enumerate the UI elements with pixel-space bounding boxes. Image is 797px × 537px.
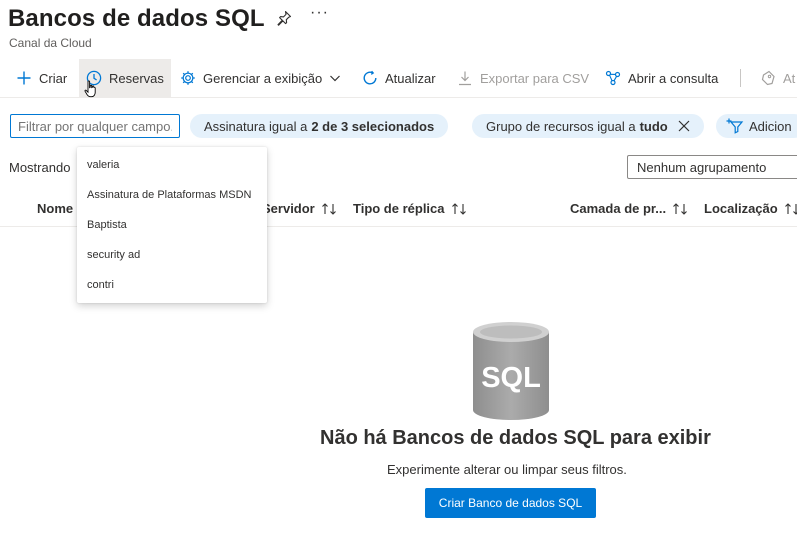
manage-view-label: Gerenciar a exibição bbox=[203, 70, 323, 86]
download-icon bbox=[457, 70, 473, 86]
resource-group-filter-pill[interactable]: Grupo de recursos igual a tudo bbox=[472, 114, 704, 138]
add-filter-icon bbox=[726, 118, 744, 134]
column-server-label: Servidor bbox=[262, 201, 315, 216]
close-icon[interactable] bbox=[678, 120, 690, 132]
command-bar: Criar Reservas Gerenciar a exibição Atua… bbox=[0, 59, 797, 97]
subscription-filter-value: 2 de 3 selecionados bbox=[311, 118, 435, 134]
chevron-down-icon bbox=[329, 70, 341, 86]
add-filter-pill[interactable]: Adicion bbox=[716, 114, 797, 138]
suggestion-item[interactable]: Baptista bbox=[87, 219, 127, 231]
gear-icon bbox=[180, 70, 196, 86]
suggestion-item[interactable]: security ad bbox=[87, 249, 140, 261]
create-sql-database-button[interactable]: Criar Banco de dados SQL bbox=[425, 488, 596, 518]
toolbar-divider-line bbox=[0, 97, 797, 98]
empty-state-subtitle: Experimente alterar ou limpar seus filtr… bbox=[387, 462, 627, 477]
filter-search-input[interactable] bbox=[10, 114, 180, 138]
column-header-location[interactable]: Localização bbox=[704, 201, 797, 216]
column-header-name[interactable]: Nome bbox=[37, 201, 73, 216]
sort-icon bbox=[784, 202, 797, 216]
refresh-button[interactable]: Atualizar bbox=[362, 59, 436, 97]
sort-icon bbox=[451, 202, 469, 216]
export-csv-label: Exportar para CSV bbox=[480, 70, 590, 86]
resource-group-filter-value: tudo bbox=[639, 118, 668, 134]
column-header-replica-type[interactable]: Tipo de réplica bbox=[353, 201, 469, 216]
truncated-toolbar-label: At bbox=[783, 70, 796, 86]
query-icon bbox=[605, 70, 621, 86]
resource-group-filter-prefix: Grupo de recursos igual a bbox=[486, 118, 636, 134]
column-header-pricing-tier[interactable]: Camada de pr... bbox=[570, 201, 690, 216]
export-csv-button[interactable]: Exportar para CSV bbox=[457, 59, 589, 97]
manage-view-button[interactable]: Gerenciar a exibição bbox=[180, 59, 341, 97]
refresh-icon bbox=[362, 70, 378, 86]
toolbar-divider bbox=[740, 69, 741, 87]
refresh-label: Atualizar bbox=[385, 70, 436, 86]
page-subtitle: Canal da Cloud bbox=[9, 36, 92, 50]
suggestion-item[interactable]: Assinatura de Plataformas MSDN bbox=[87, 189, 251, 201]
subscription-filter-pill[interactable]: Assinatura igual a 2 de 3 selecionados bbox=[190, 114, 449, 138]
empty-state-title: Não há Bancos de dados SQL para exibir bbox=[320, 427, 711, 449]
suggestion-item[interactable]: contri bbox=[87, 279, 114, 291]
sql-icon-text: SQL bbox=[481, 362, 541, 394]
subscription-filter-prefix: Assinatura igual a bbox=[204, 118, 308, 134]
add-filter-label: Adicion bbox=[749, 118, 792, 134]
open-query-label: Abrir a consulta bbox=[628, 70, 719, 86]
create-button[interactable]: Criar bbox=[16, 59, 67, 97]
page-title: Bancos de dados SQL bbox=[8, 5, 265, 32]
create-label: Criar bbox=[39, 70, 68, 86]
column-name-label: Nome bbox=[37, 201, 74, 216]
pin-icon[interactable] bbox=[276, 10, 292, 26]
hand-cursor-icon bbox=[84, 80, 96, 98]
suggestion-item[interactable]: valeria bbox=[87, 159, 119, 171]
sql-databases-page: Bancos de dados SQL ··· Canal da Cloud C… bbox=[0, 0, 797, 537]
open-query-button[interactable]: Abrir a consulta bbox=[605, 59, 718, 97]
sql-database-icon: SQL bbox=[473, 322, 549, 420]
column-replica-type-label: Tipo de réplica bbox=[353, 201, 445, 216]
results-count-label: Mostrando bbox=[9, 160, 71, 175]
plus-icon bbox=[16, 70, 32, 86]
reservations-label: Reservas bbox=[109, 70, 164, 86]
tag-icon bbox=[760, 70, 776, 86]
sort-icon bbox=[321, 202, 339, 216]
truncated-toolbar-button[interactable]: At bbox=[760, 59, 795, 97]
column-pricing-tier-label: Camada de pr... bbox=[570, 201, 667, 216]
grouping-select[interactable]: Nenhum agrupamento bbox=[627, 155, 797, 179]
sort-icon bbox=[672, 202, 690, 216]
more-options-icon[interactable]: ··· bbox=[310, 4, 329, 22]
column-header-server[interactable]: Servidor bbox=[262, 201, 339, 216]
column-location-label: Localização bbox=[704, 201, 778, 216]
filter-suggestions-dropdown: valeria Assinatura de Plataformas MSDN B… bbox=[77, 147, 267, 303]
